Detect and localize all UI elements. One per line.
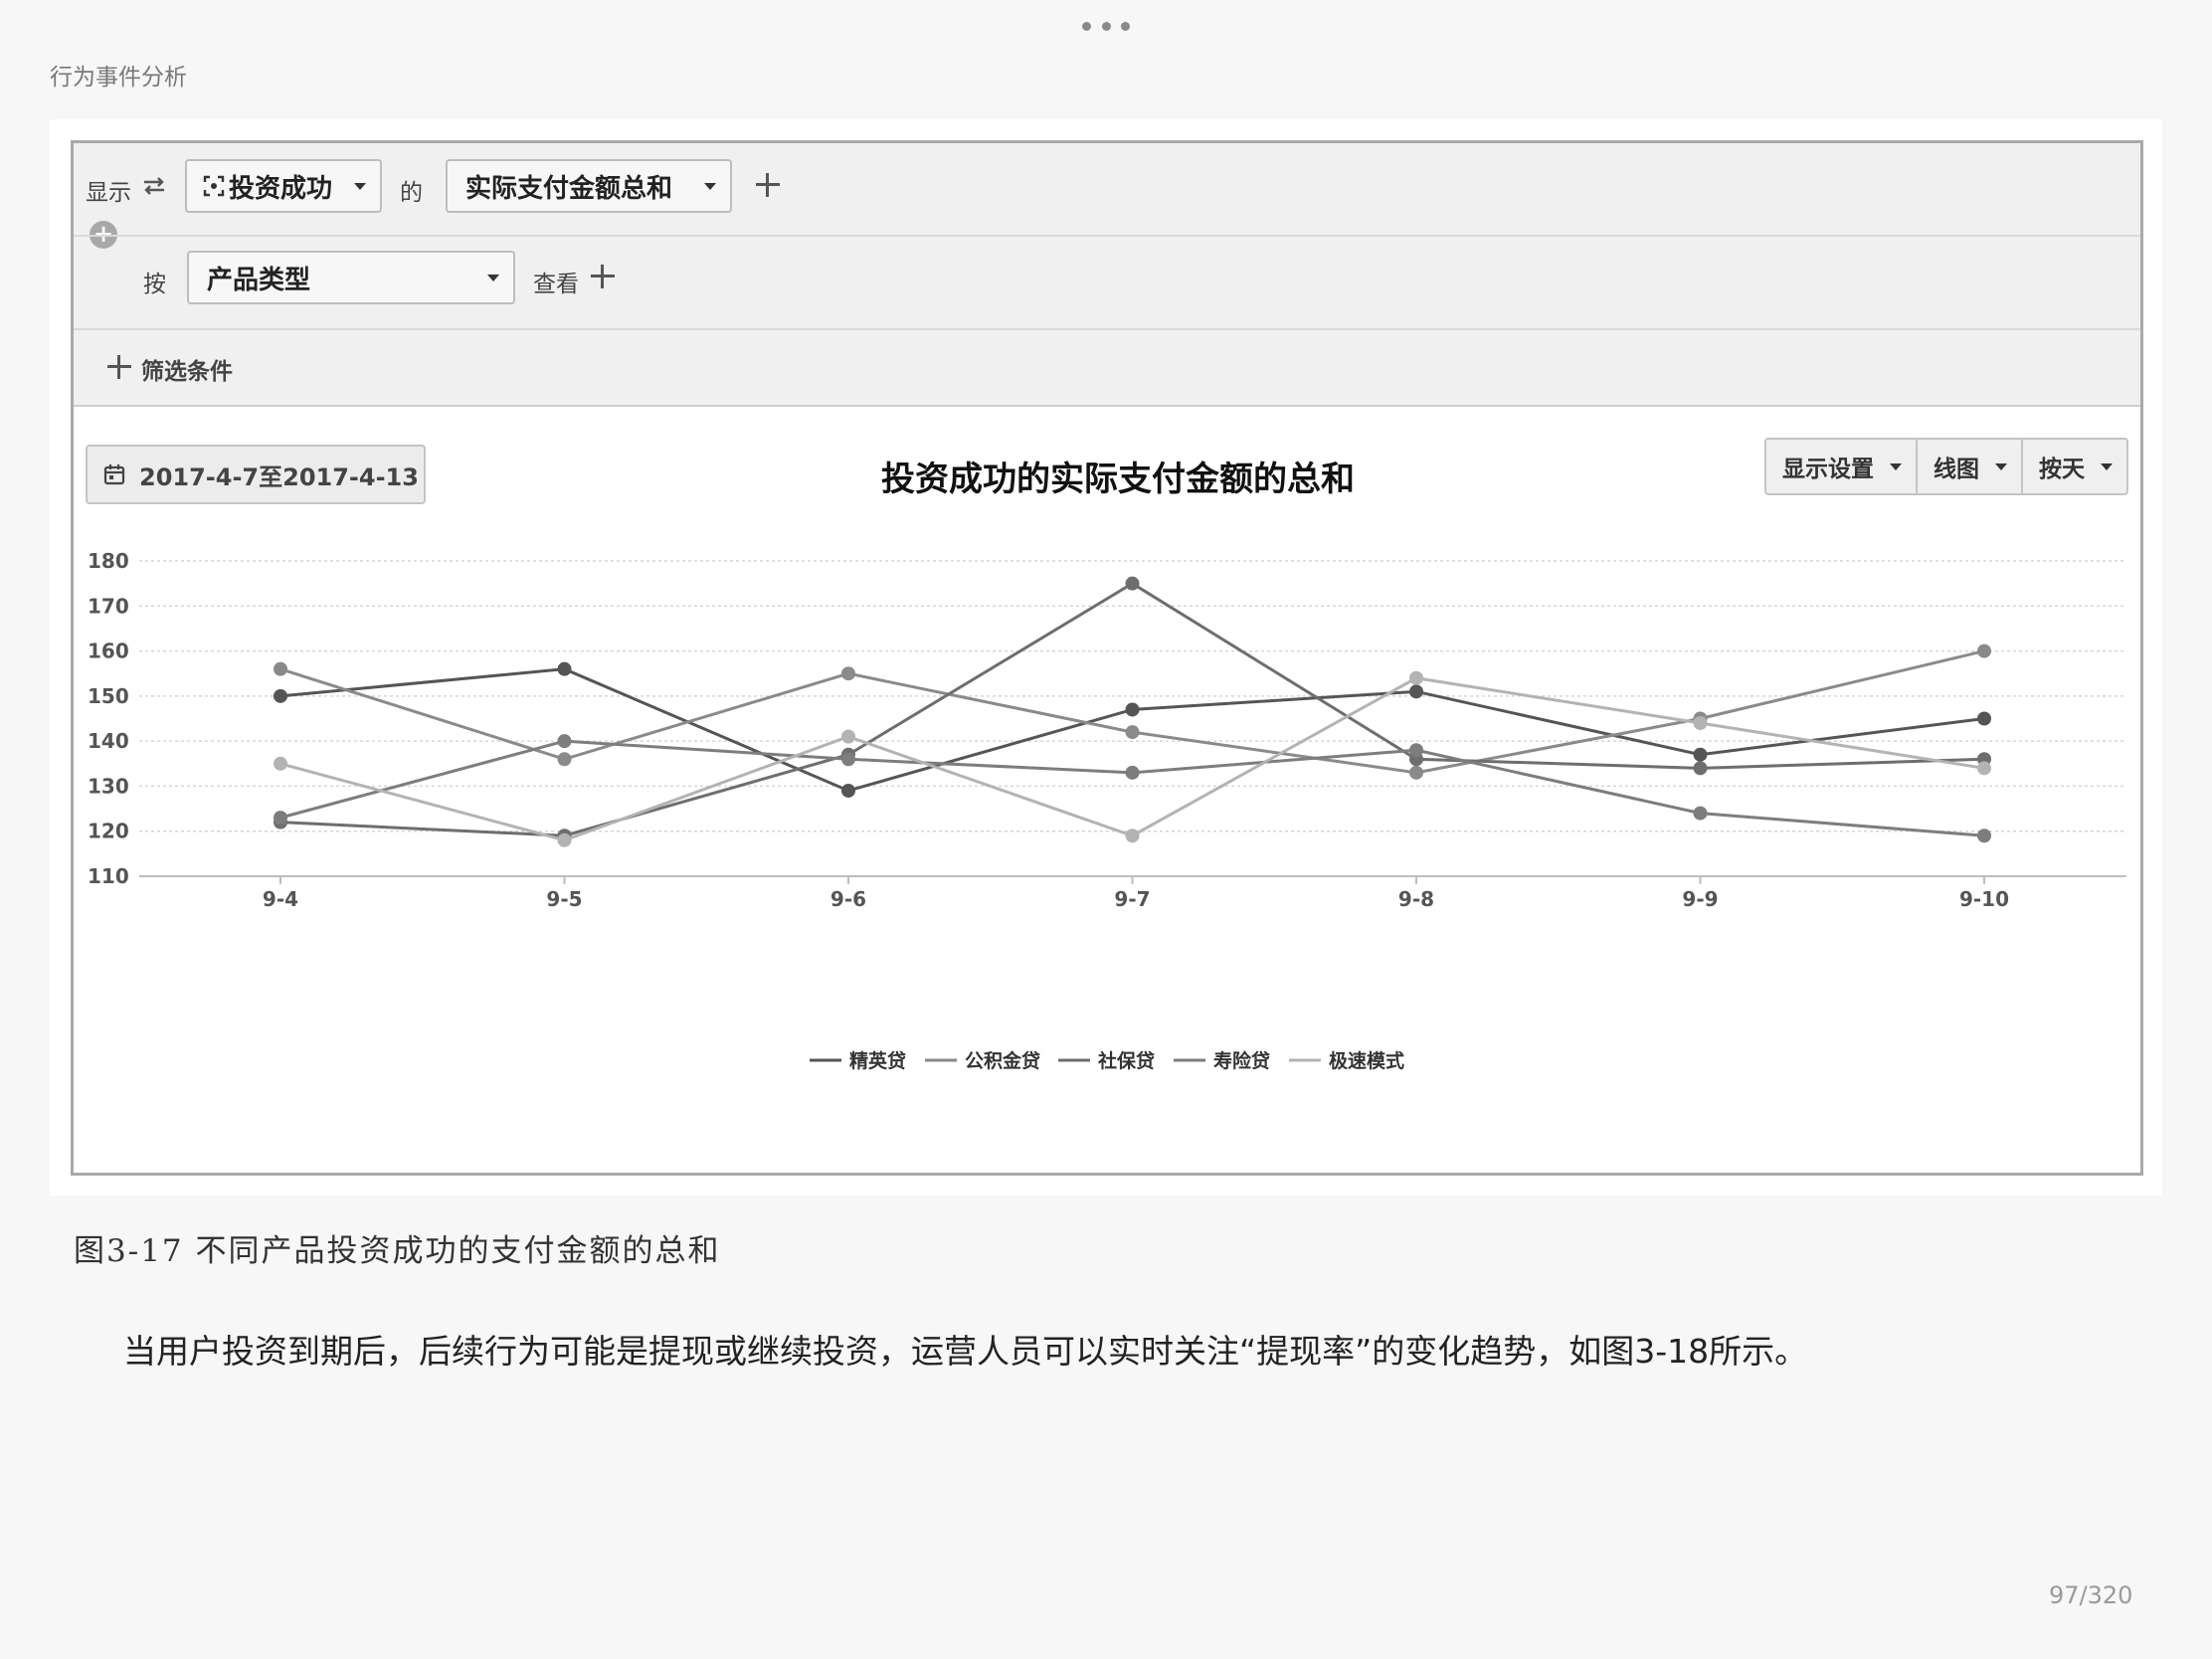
y-tick-label: 120 — [88, 820, 129, 843]
add-filter-icon[interactable] — [107, 355, 131, 379]
x-tick-label: 9-7 — [1114, 887, 1150, 911]
x-tick-label: 9-8 — [1398, 887, 1434, 911]
chevron-down-icon — [487, 274, 499, 281]
event-value: 投资成功 — [229, 173, 333, 204]
legend-label: 极速模式 — [1329, 1049, 1404, 1072]
data-point — [1409, 670, 1423, 685]
data-point — [274, 688, 287, 703]
book-title: 行为事件分析 — [50, 65, 187, 91]
data-point — [1693, 716, 1708, 731]
swap-icon[interactable] — [141, 173, 167, 199]
x-tick-label: 9-10 — [1959, 887, 2009, 911]
data-point — [1125, 765, 1140, 780]
data-point — [841, 783, 855, 798]
filter-button[interactable]: 筛选条件 — [141, 352, 233, 386]
display-settings-label: 显示设置 — [1782, 457, 1874, 482]
data-point — [1977, 761, 1991, 776]
data-point — [1409, 765, 1423, 780]
display-settings-button[interactable]: 显示设置 — [1766, 440, 1918, 493]
data-point — [1693, 806, 1708, 821]
chart-type-button[interactable]: 线图 — [1918, 440, 2023, 493]
data-point — [274, 756, 287, 771]
data-point — [557, 734, 572, 749]
x-tick-label: 9-5 — [546, 887, 582, 911]
y-tick-label: 110 — [88, 864, 129, 888]
y-tick-label: 130 — [88, 774, 129, 798]
chevron-down-icon — [2101, 462, 2113, 470]
data-point — [841, 666, 855, 681]
add-metric-icon[interactable] — [756, 173, 780, 197]
data-point — [841, 752, 855, 767]
chevron-down-icon — [704, 182, 716, 190]
view-label: 查看 — [533, 272, 579, 297]
data-point — [557, 661, 572, 676]
granularity-label: 按天 — [2039, 457, 2085, 482]
chart-type-label: 线图 — [1934, 457, 1979, 482]
series-line-3 — [279, 739, 1985, 837]
chevron-down-icon — [1890, 462, 1902, 470]
chart-title: 投资成功的实际支付金额的总和 — [881, 460, 1355, 499]
data-point — [557, 752, 572, 767]
data-point — [1125, 576, 1140, 591]
y-tick-label: 180 — [88, 549, 129, 573]
y-tick-label: 140 — [88, 729, 129, 753]
x-tick-label: 9-9 — [1682, 887, 1718, 911]
event-select[interactable]: 投资成功 — [185, 159, 382, 213]
data-point — [274, 811, 287, 826]
divider — [74, 328, 2140, 330]
y-tick-label: 160 — [88, 640, 129, 663]
of-label: 的 — [400, 180, 423, 206]
group-value: 产品类型 — [207, 265, 311, 295]
data-point — [1693, 761, 1708, 776]
metric-value: 实际支付金额总和 — [465, 173, 673, 204]
chevron-down-icon — [1995, 462, 2007, 470]
divider — [74, 405, 2140, 407]
dot — [1082, 21, 1091, 31]
line-chart: 180 170 160 150 140 130 120 110 9-4 9-5 9-6 9-7 9-8 9… — [88, 549, 2126, 1072]
data-point — [1977, 829, 1991, 843]
dot — [1101, 21, 1111, 31]
granularity-button[interactable]: 按天 — [2023, 440, 2126, 493]
data-point — [1409, 743, 1423, 758]
data-point — [1693, 747, 1708, 762]
page-indicator: 97/320 — [2049, 1581, 2133, 1609]
metric-select[interactable]: 实际支付金额总和 — [446, 159, 732, 213]
analytics-screenshot: 显示 投资成功 的 实际支付金额总和 + 按 产品类型 查看 筛选条件 2017… — [71, 140, 2143, 1176]
data-point — [1977, 711, 1991, 726]
divider — [74, 235, 2140, 237]
data-point — [841, 729, 855, 744]
data-point — [1977, 644, 1991, 658]
show-label: 显示 — [86, 180, 131, 206]
data-point — [1125, 829, 1140, 843]
legend-label: 公积金贷 — [965, 1049, 1040, 1072]
data-point — [274, 661, 287, 676]
body-paragraph: 当用户投资到期后，后续行为可能是提现或继续投资，运营人员可以实时关注“提现率”的… — [123, 1332, 1808, 1371]
data-point — [557, 832, 572, 847]
y-tick-label: 150 — [88, 684, 129, 708]
y-tick-label: 170 — [88, 594, 129, 618]
event-icon — [203, 175, 225, 197]
chart-options-group: 显示设置 线图 按天 — [1764, 438, 2128, 495]
group-by-select[interactable]: 产品类型 — [187, 251, 515, 304]
chevron-down-icon — [354, 182, 366, 190]
more-options-icon[interactable] — [1082, 14, 1130, 38]
date-range-picker[interactable]: 2017-4-7至2017-4-13 — [86, 445, 426, 504]
dot — [1121, 21, 1130, 31]
data-point — [1125, 725, 1140, 740]
x-tick-label: 9-6 — [830, 887, 866, 911]
figure-caption: 图3-17 不同产品投资成功的支付金额的总和 — [74, 1233, 721, 1269]
figure-card: 显示 投资成功 的 实际支付金额总和 + 按 产品类型 查看 筛选条件 2017… — [50, 119, 2162, 1196]
add-group-icon[interactable] — [591, 265, 615, 288]
legend-label: 精英贷 — [849, 1049, 906, 1072]
x-tick-label: 9-4 — [263, 887, 298, 911]
date-range-value: 2017-4-7至2017-4-13 — [139, 462, 419, 491]
legend-label: 社保贷 — [1097, 1049, 1155, 1072]
calendar-icon — [103, 464, 125, 485]
legend-label: 寿险贷 — [1213, 1049, 1270, 1072]
data-point — [1125, 702, 1140, 717]
data-point — [1409, 684, 1423, 699]
query-bar: 显示 投资成功 的 实际支付金额总和 + 按 产品类型 查看 筛选条件 — [74, 143, 2140, 407]
by-label: 按 — [143, 272, 166, 297]
